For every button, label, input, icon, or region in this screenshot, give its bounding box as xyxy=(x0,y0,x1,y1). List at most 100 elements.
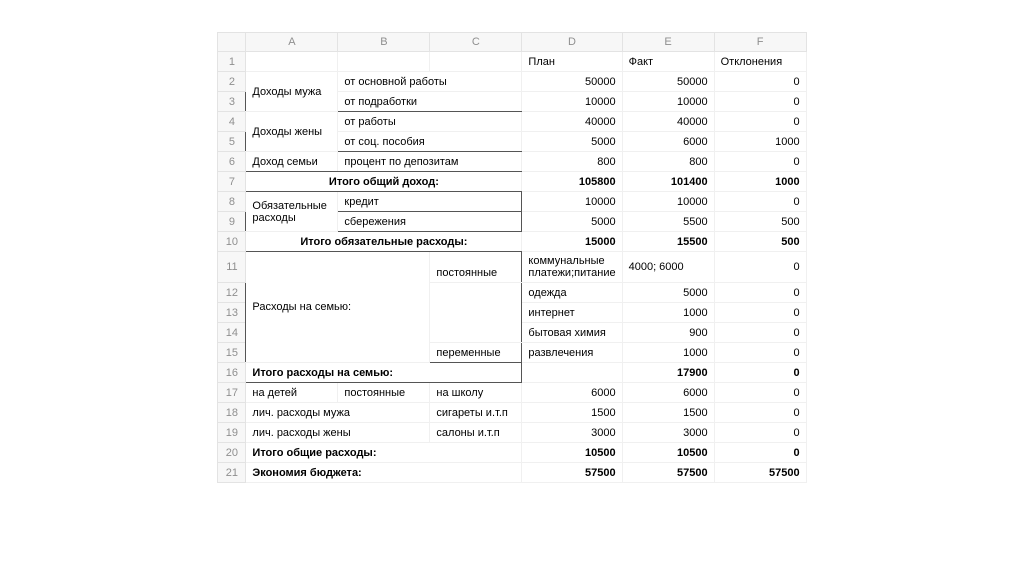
cell[interactable] xyxy=(522,363,622,383)
cell[interactable]: 0 xyxy=(714,72,806,92)
cell[interactable]: 10500 xyxy=(522,443,622,463)
cell[interactable]: 105800 xyxy=(522,172,622,192)
row-header[interactable]: 13 xyxy=(218,303,246,323)
cell[interactable]: постоянные xyxy=(338,383,430,403)
cell-general-total[interactable]: Итого общие расходы: xyxy=(246,443,522,463)
row-header[interactable]: 12 xyxy=(218,283,246,303)
cell[interactable]: 17900 xyxy=(622,363,714,383)
cell[interactable]: 0 xyxy=(714,343,806,363)
cell[interactable]: 3000 xyxy=(622,423,714,443)
cell-oblig-label[interactable]: Обязательные расходы xyxy=(246,192,338,232)
cell[interactable]: 6000 xyxy=(522,383,622,403)
cell[interactable]: 6000 xyxy=(622,383,714,403)
cell[interactable]: от подработки xyxy=(338,92,522,112)
row-header[interactable]: 8 xyxy=(218,192,246,212)
cell-fact[interactable]: Факт xyxy=(622,52,714,72)
corner-cell[interactable] xyxy=(218,33,246,52)
cell[interactable]: 3000 xyxy=(522,423,622,443)
col-header-a[interactable]: A xyxy=(246,33,338,52)
cell[interactable]: 10500 xyxy=(622,443,714,463)
cell[interactable]: 0 xyxy=(714,423,806,443)
cell-var[interactable]: переменные xyxy=(430,343,522,363)
cell[interactable]: 0 xyxy=(714,252,806,283)
col-header-b[interactable]: B xyxy=(338,33,430,52)
cell[interactable]: 1000 xyxy=(714,172,806,192)
cell[interactable]: 40000 xyxy=(522,112,622,132)
cell[interactable]: 57500 xyxy=(622,463,714,483)
cell[interactable]: 15000 xyxy=(522,232,622,252)
row-header[interactable]: 14 xyxy=(218,323,246,343)
cell[interactable]: лич. расходы мужа xyxy=(246,403,430,423)
cell[interactable]: 5500 xyxy=(622,212,714,232)
row-header[interactable]: 11 xyxy=(218,252,246,283)
cell[interactable]: 0 xyxy=(714,363,806,383)
cell[interactable]: 0 xyxy=(714,403,806,423)
cell-savings[interactable]: Экономия бюджета: xyxy=(246,463,522,483)
cell[interactable]: 0 xyxy=(714,383,806,403)
cell[interactable]: интернет xyxy=(522,303,622,323)
cell-wife-label[interactable]: Доходы жены xyxy=(246,112,338,152)
cell[interactable] xyxy=(246,52,338,72)
cell-const[interactable]: постоянные xyxy=(430,252,522,283)
row-header[interactable]: 7 xyxy=(218,172,246,192)
cell-plan[interactable]: План xyxy=(522,52,622,72)
cell[interactable]: 0 xyxy=(714,443,806,463)
col-header-d[interactable]: D xyxy=(522,33,622,52)
cell[interactable]: 5000 xyxy=(522,132,622,152)
cell[interactable]: 50000 xyxy=(522,72,622,92)
cell[interactable]: 1500 xyxy=(622,403,714,423)
cell[interactable] xyxy=(430,52,522,72)
cell-family-exp-label[interactable]: Расходы на семью: xyxy=(246,252,430,363)
cell[interactable]: коммунальные платежи;питание xyxy=(522,252,622,283)
cell[interactable]: 0 xyxy=(714,112,806,132)
row-header[interactable]: 6 xyxy=(218,152,246,172)
cell[interactable]: 900 xyxy=(622,323,714,343)
cell[interactable]: развлечения xyxy=(522,343,622,363)
cell[interactable]: 1500 xyxy=(522,403,622,423)
row-header[interactable]: 1 xyxy=(218,52,246,72)
cell-income-total-label[interactable]: Итого общий доход: xyxy=(246,172,522,192)
cell[interactable]: 10000 xyxy=(522,92,622,112)
cell[interactable]: 6000 xyxy=(622,132,714,152)
cell[interactable]: 57500 xyxy=(714,463,806,483)
cell[interactable]: 1000 xyxy=(714,132,806,152)
cell[interactable]: 800 xyxy=(522,152,622,172)
cell[interactable]: 15500 xyxy=(622,232,714,252)
cell[interactable]: бытовая химия xyxy=(522,323,622,343)
cell[interactable]: 1000 xyxy=(622,343,714,363)
row-header[interactable]: 9 xyxy=(218,212,246,232)
cell[interactable]: 5000 xyxy=(622,283,714,303)
row-header[interactable]: 4 xyxy=(218,112,246,132)
cell[interactable]: 0 xyxy=(714,152,806,172)
cell[interactable]: 101400 xyxy=(622,172,714,192)
cell[interactable]: салоны и.т.п xyxy=(430,423,522,443)
cell[interactable]: на школу xyxy=(430,383,522,403)
cell[interactable]: сигареты и.т.п xyxy=(430,403,522,423)
cell[interactable]: 50000 xyxy=(622,72,714,92)
row-header[interactable]: 3 xyxy=(218,92,246,112)
cell[interactable]: 10000 xyxy=(622,92,714,112)
row-header[interactable]: 19 xyxy=(218,423,246,443)
cell[interactable]: 0 xyxy=(714,283,806,303)
cell-family-total[interactable]: Итого расходы на семью: xyxy=(246,363,522,383)
cell[interactable]: лич. расходы жены xyxy=(246,423,430,443)
cell[interactable]: от работы xyxy=(338,112,522,132)
row-header[interactable]: 10 xyxy=(218,232,246,252)
cell[interactable]: одежда xyxy=(522,283,622,303)
cell[interactable]: от основной работы xyxy=(338,72,522,92)
col-header-f[interactable]: F xyxy=(714,33,806,52)
cell-dev[interactable]: Отклонения xyxy=(714,52,806,72)
cell[interactable]: 1000 xyxy=(622,303,714,323)
row-header[interactable]: 21 xyxy=(218,463,246,483)
cell[interactable]: 800 xyxy=(622,152,714,172)
cell[interactable]: 500 xyxy=(714,232,806,252)
col-header-e[interactable]: E xyxy=(622,33,714,52)
cell[interactable]: от соц. пособия xyxy=(338,132,522,152)
cell[interactable] xyxy=(430,283,522,343)
cell-husband-label[interactable]: Доходы мужа xyxy=(246,72,338,112)
row-header[interactable]: 20 xyxy=(218,443,246,463)
col-header-c[interactable]: C xyxy=(430,33,522,52)
cell[interactable]: 10000 xyxy=(622,192,714,212)
cell[interactable]: 500 xyxy=(714,212,806,232)
cell[interactable] xyxy=(338,52,430,72)
